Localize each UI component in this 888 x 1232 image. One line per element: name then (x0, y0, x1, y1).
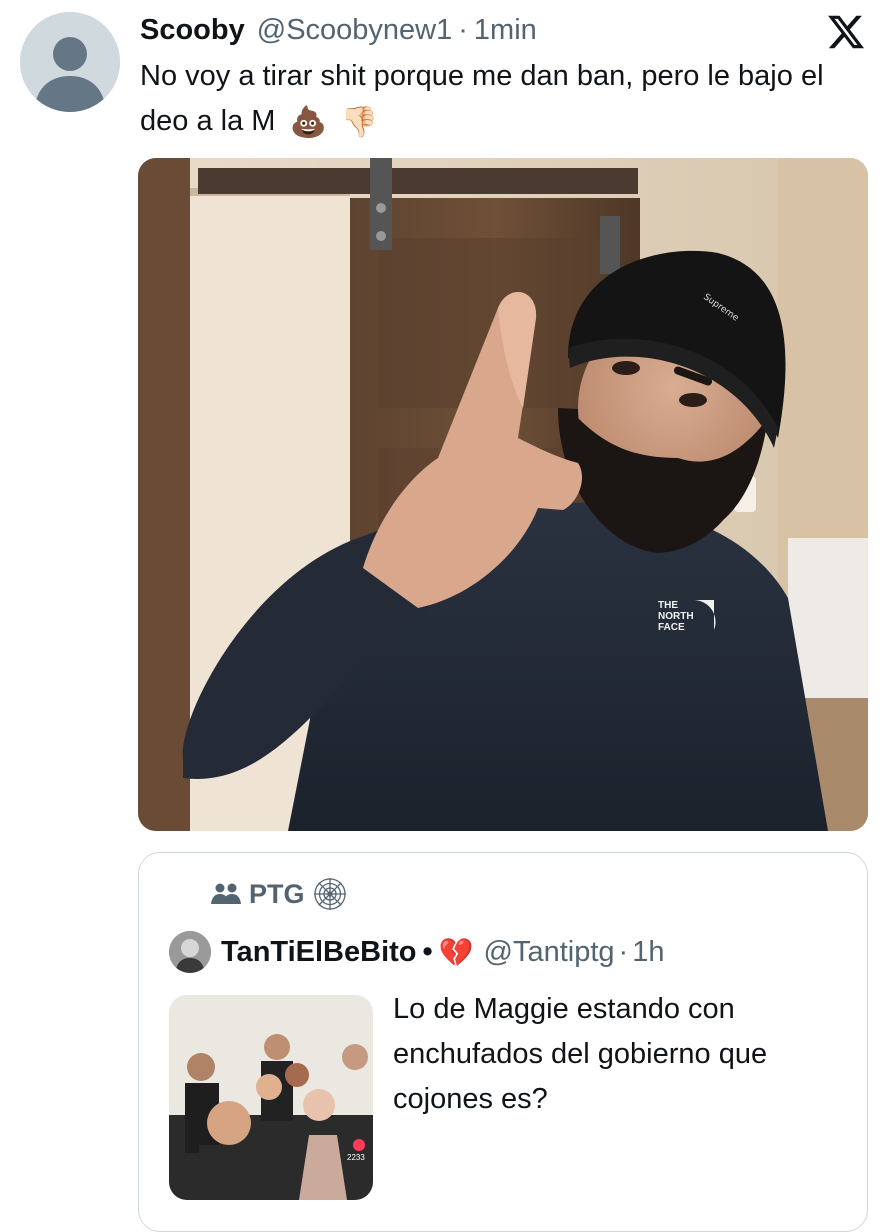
quoted-author-display-name[interactable]: TanTiElBeBito (221, 936, 417, 969)
author-display-name[interactable]: Scooby (140, 14, 245, 47)
community-name: PTG (249, 878, 305, 909)
quoted-tweet-timestamp[interactable]: 1h (632, 936, 664, 969)
quoted-avatar-image (169, 931, 211, 973)
name-bullet: • (422, 935, 433, 968)
media-like-count: 2233 (347, 1153, 365, 1162)
tweet-media-photo[interactable]: Supreme THE NORTH FACE (138, 158, 868, 831)
thumbs-down-emoji-icon: 👎🏻 (340, 106, 379, 139)
quoted-tweet-text: Lo de Maggie estando con enchufados del … (393, 993, 768, 1115)
broken-heart-emoji-icon: 💔 (438, 936, 474, 968)
poop-emoji-icon: 💩 (289, 106, 327, 139)
quoted-author-handle[interactable]: @Tantiptg (484, 936, 615, 969)
group-photo-illustration: 2233 (169, 995, 373, 1200)
quoted-header-separator: · (618, 935, 629, 968)
quoted-tweet[interactable]: PTG TanTiElBeBito • 💔 @Tantiptg · 1h 223… (138, 852, 868, 1232)
logo-line-2: NORTH (658, 611, 694, 622)
user-avatar-placeholder-icon (20, 12, 120, 112)
tweet-timestamp[interactable]: 1min (474, 14, 537, 47)
header-separator: · (458, 13, 468, 46)
quoted-tweet-header: TanTiElBeBito • 💔 @Tantiptg · 1h (169, 931, 664, 973)
logo-line-1: THE (658, 600, 678, 611)
quoted-author-avatar[interactable] (169, 931, 211, 973)
photo-illustration: Supreme THE NORTH FACE (138, 158, 868, 831)
tweet-text-content: No voy a tirar shit porque me dan ban, p… (140, 60, 824, 137)
community-label[interactable]: PTG (211, 877, 347, 911)
tweet-text: No voy a tirar shit porque me dan ban, p… (140, 54, 860, 145)
x-logo-icon[interactable] (826, 12, 866, 52)
tweet-header: Scooby @Scoobynew1 · 1min (140, 10, 537, 50)
quoted-tweet-media[interactable]: 2233 (169, 995, 373, 1200)
spider-web-icon (313, 878, 346, 910)
logo-line-3: FACE (658, 622, 685, 633)
author-handle[interactable]: @Scoobynew1 (257, 14, 453, 47)
author-avatar[interactable] (20, 12, 120, 112)
community-icon (211, 883, 241, 904)
